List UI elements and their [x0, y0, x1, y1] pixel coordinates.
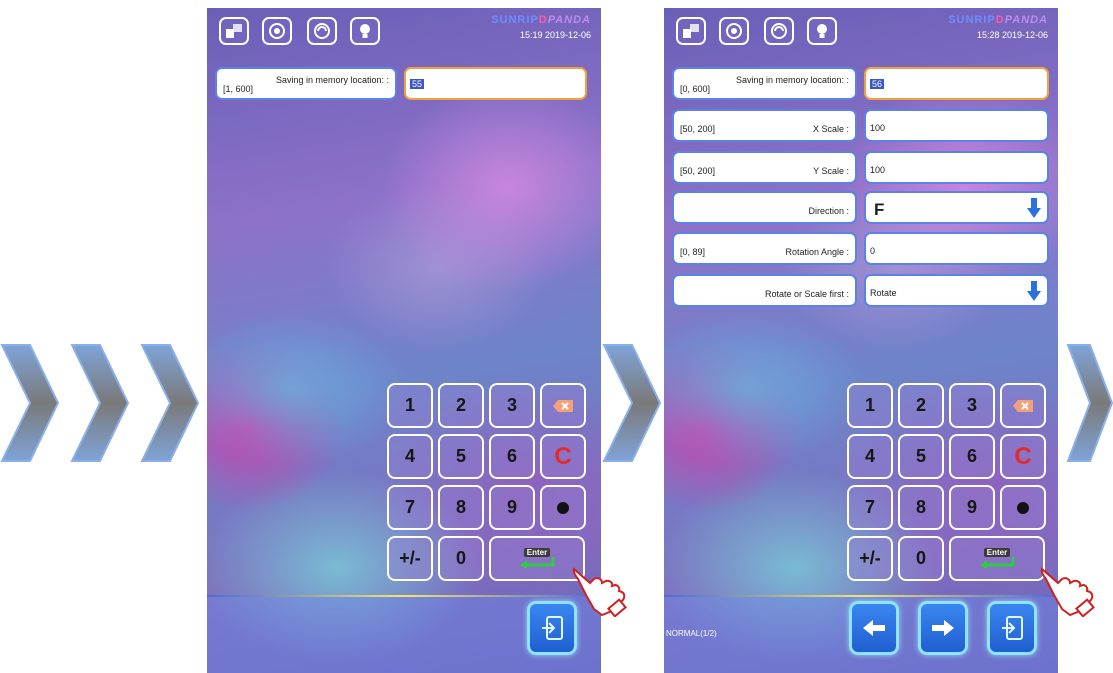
- key-0[interactable]: 0: [438, 536, 484, 581]
- screen-memory-only: SUNRIPDPANDA 15:19 2019-12-06 Saving in …: [207, 8, 601, 673]
- exit-button[interactable]: [987, 601, 1037, 655]
- memory-location-input[interactable]: 55: [404, 67, 587, 100]
- next-button[interactable]: [918, 601, 968, 655]
- key-2[interactable]: 2: [898, 383, 944, 428]
- clock: 15:28 2019-12-06: [976, 30, 1048, 40]
- screen-full-parameters: SUNRIPDPANDA 15:28 2019-12-06 Saving in …: [664, 8, 1058, 673]
- cycle-icon[interactable]: [764, 17, 794, 45]
- key-9[interactable]: 9: [949, 485, 995, 530]
- rotate-or-scale-select[interactable]: Rotate: [864, 274, 1049, 307]
- direction-label: Direction :: [672, 191, 857, 224]
- key-1[interactable]: 1: [387, 383, 433, 428]
- key-5[interactable]: 5: [438, 434, 484, 479]
- dot-icon: [1017, 501, 1029, 514]
- rotate-or-scale-label: Rotate or Scale first :: [672, 274, 857, 307]
- top-toolbar: SUNRIPDPANDA 15:19 2019-12-06: [207, 8, 601, 52]
- lightbulb-icon[interactable]: [807, 17, 837, 45]
- key-8[interactable]: 8: [898, 485, 944, 530]
- y-scale-label: [50, 200] Y Scale :: [672, 151, 857, 184]
- plus-minus-key[interactable]: +/-: [387, 536, 433, 581]
- chevron-right-icon: [140, 344, 200, 462]
- backspace-icon: [553, 399, 573, 412]
- chevron-right-icon: [0, 344, 60, 462]
- key-3[interactable]: 3: [949, 383, 995, 428]
- key-6[interactable]: 6: [489, 434, 535, 479]
- windows-icon[interactable]: [219, 17, 249, 45]
- exit-button[interactable]: [527, 601, 577, 655]
- arrow-down-icon[interactable]: [1027, 198, 1041, 218]
- enter-key[interactable]: Enter: [949, 536, 1045, 581]
- brand-logo: SUNRIPDPANDA: [491, 14, 591, 26]
- arrow-down-icon[interactable]: [1027, 281, 1041, 301]
- prev-button[interactable]: [849, 601, 899, 655]
- enter-arrow-icon: [980, 557, 1015, 569]
- dot-icon: [557, 501, 569, 514]
- key-7[interactable]: 7: [387, 485, 433, 530]
- key-6[interactable]: 6: [949, 434, 995, 479]
- key-3[interactable]: 3: [489, 383, 535, 428]
- backspace-icon: [1013, 399, 1033, 412]
- memory-location-input[interactable]: 56: [864, 67, 1049, 100]
- globe-settings-icon[interactable]: [262, 17, 292, 45]
- chevron-right-icon: [1066, 344, 1113, 462]
- key-0[interactable]: 0: [898, 536, 944, 581]
- arrow-left-icon: [863, 620, 885, 636]
- backspace-key[interactable]: [1000, 383, 1046, 428]
- plus-minus-key[interactable]: +/-: [847, 536, 893, 581]
- rotation-angle-input[interactable]: 0: [864, 232, 1049, 265]
- key-1[interactable]: 1: [847, 383, 893, 428]
- key-4[interactable]: 4: [847, 434, 893, 479]
- key-8[interactable]: 8: [438, 485, 484, 530]
- enter-key[interactable]: Enter: [489, 536, 585, 581]
- backspace-key[interactable]: [540, 383, 586, 428]
- cycle-icon[interactable]: [307, 17, 337, 45]
- key-9[interactable]: 9: [489, 485, 535, 530]
- key-7[interactable]: 7: [847, 485, 893, 530]
- clear-key[interactable]: C: [1000, 434, 1046, 479]
- enter-arrow-icon: [520, 557, 555, 569]
- exit-icon: [542, 616, 563, 640]
- brand-logo: SUNRIPDPANDA: [948, 14, 1048, 26]
- chevron-right-icon: [70, 344, 130, 462]
- key-5[interactable]: 5: [898, 434, 944, 479]
- status-text: NORMAL(1/2): [666, 629, 717, 638]
- x-scale-input[interactable]: 100: [864, 109, 1049, 142]
- direction-select[interactable]: F: [864, 191, 1049, 224]
- y-scale-input[interactable]: 100: [864, 151, 1049, 184]
- clock: 15:19 2019-12-06: [519, 30, 591, 40]
- key-4[interactable]: 4: [387, 434, 433, 479]
- pointing-hand-icon: [1040, 567, 1095, 617]
- top-toolbar: SUNRIPDPANDA 15:28 2019-12-06: [664, 8, 1058, 52]
- exit-icon: [1002, 616, 1023, 640]
- windows-icon[interactable]: [676, 17, 706, 45]
- clear-key[interactable]: C: [540, 434, 586, 479]
- memory-location-label: Saving in memory location: : [0, 600]: [672, 67, 857, 100]
- x-scale-label: [50, 200] X Scale :: [672, 109, 857, 142]
- decimal-key[interactable]: [540, 485, 586, 530]
- memory-location-label: Saving in memory location: : [1, 600]: [215, 67, 397, 100]
- chevron-right-icon: [602, 344, 662, 462]
- key-2[interactable]: 2: [438, 383, 484, 428]
- rotation-angle-label: [0, 89] Rotation Angle :: [672, 232, 857, 265]
- arrow-right-icon: [932, 620, 954, 636]
- lightbulb-icon[interactable]: [350, 17, 380, 45]
- pointing-hand-icon: [572, 567, 627, 617]
- globe-settings-icon[interactable]: [719, 17, 749, 45]
- decimal-key[interactable]: [1000, 485, 1046, 530]
